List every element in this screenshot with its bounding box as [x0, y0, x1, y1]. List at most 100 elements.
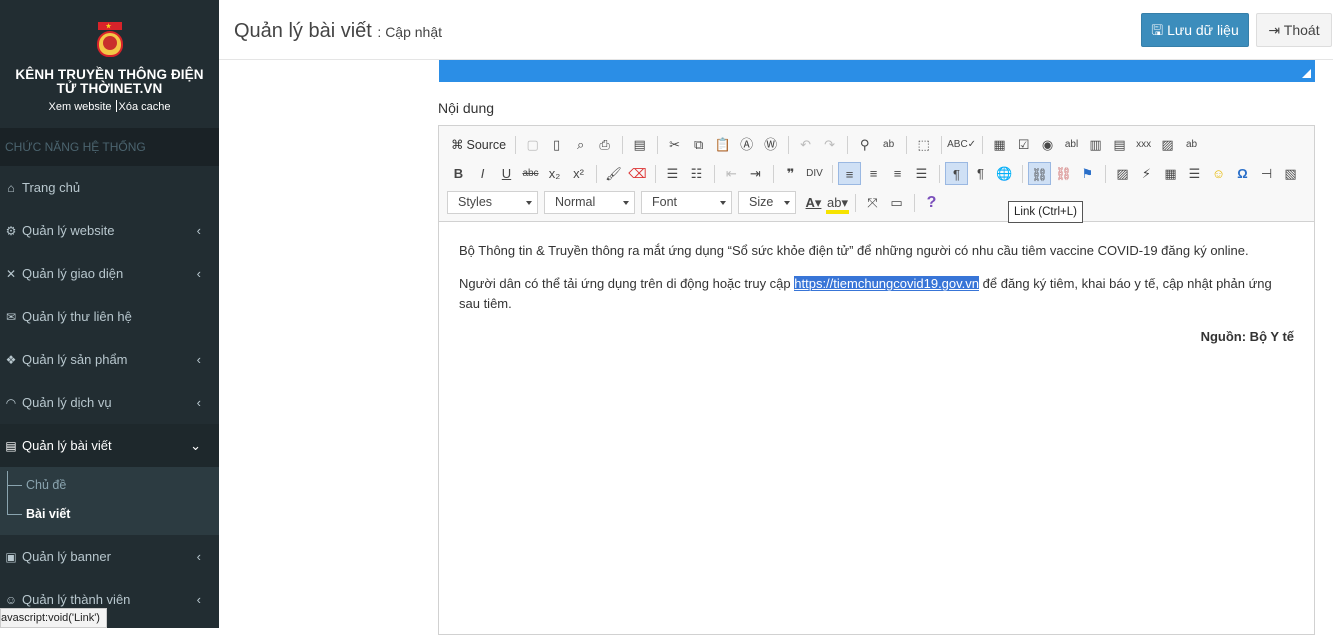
redo-icon[interactable]: ↷ [818, 133, 841, 156]
image-button-icon[interactable]: ▨ [1156, 133, 1179, 156]
save-button[interactable]: 🖫 Lưu dữ liệu [1141, 13, 1249, 47]
size-combo[interactable]: Size [738, 191, 796, 214]
paste-text-icon[interactable]: Ⓐ [735, 133, 758, 156]
bold-icon[interactable]: B [447, 162, 470, 185]
sidebar-item-interface[interactable]: ✕ Quản lý giao diện ‹ [0, 252, 219, 295]
sidebar-item-articles[interactable]: ▤ Quản lý bài viết ⌄ [0, 424, 219, 467]
anchor-icon[interactable]: ⚑ [1076, 162, 1099, 185]
page-scrollbar[interactable] [1323, 60, 1333, 628]
submenu-label: Chủ đề [26, 478, 67, 492]
sidebar-item-home[interactable]: ⌂ Trang chủ [0, 166, 219, 209]
align-right-icon[interactable]: ≡ [886, 162, 909, 185]
exit-button[interactable]: ⇥ Thoát [1256, 13, 1332, 47]
blockquote-icon[interactable]: ❞ [779, 162, 802, 185]
text-color-icon[interactable]: A▾ [802, 191, 825, 214]
page-break-icon[interactable]: ⊣ [1255, 162, 1278, 185]
maximize-icon[interactable]: ⤧ [861, 191, 884, 214]
div-container-icon[interactable]: DIV [803, 162, 826, 185]
sign-out-icon: ⇥ [1268, 22, 1281, 38]
textfield-icon[interactable]: abl [1060, 133, 1083, 156]
underline-icon[interactable]: U [495, 162, 518, 185]
templates-icon[interactable]: ▤ [628, 133, 651, 156]
source-button[interactable]: ⌘ Source [447, 137, 510, 153]
view-website-link[interactable]: Xem website [49, 101, 112, 113]
paragraph-text: Người dân có thể tải ứng dụng trên di độ… [459, 276, 795, 291]
undo-icon[interactable]: ↶ [794, 133, 817, 156]
submenu-item-topics[interactable]: Chủ đề [0, 471, 219, 500]
superscript-icon[interactable]: x² [567, 162, 590, 185]
copy-icon[interactable]: ⧉ [687, 133, 710, 156]
page-title: Quản lý bài viết : Cập nhật [234, 20, 442, 43]
show-blocks-icon[interactable]: ▭ [885, 191, 908, 214]
styles-combo[interactable]: Styles [447, 191, 538, 214]
paragraph-link: Người dân có thể tải ứng dụng trên di độ… [459, 274, 1294, 314]
indent-icon[interactable]: ⇥ [744, 162, 767, 185]
iframe-icon[interactable]: ▧ [1279, 162, 1302, 185]
checkbox-icon[interactable]: ☑ [1012, 133, 1035, 156]
selected-link[interactable]: https://tiemchungcovid19.gov.vn [794, 276, 980, 291]
numbered-list-icon[interactable]: ☰ [661, 162, 684, 185]
sidebar-item-label: Quản lý sản phẩm [22, 352, 128, 367]
source-credit: Nguồn: Bộ Y tế [1200, 329, 1294, 344]
preview-icon[interactable]: ⌕ [569, 133, 592, 156]
sidebar-item-website[interactable]: ⚙ Quản lý website ‹ [0, 209, 219, 252]
sidebar-item-label: Quản lý bài viết [22, 438, 112, 453]
bg-color-icon[interactable]: ab▾ [826, 191, 849, 214]
special-char-icon[interactable]: Ω [1231, 162, 1254, 185]
sidebar-item-banner[interactable]: ▣ Quản lý banner ‹ [0, 535, 219, 578]
subscript-icon[interactable]: x₂ [543, 162, 566, 185]
save-doc-icon[interactable]: ▢ [521, 133, 544, 156]
select-field-icon[interactable]: ▤ [1108, 133, 1131, 156]
image-icon[interactable]: ▨ [1111, 162, 1134, 185]
resize-handle-icon[interactable] [1302, 69, 1311, 78]
smiley-icon[interactable]: ☺ [1207, 162, 1230, 185]
sidebar-item-products[interactable]: ❖ Quản lý sản phẩm ‹ [0, 338, 219, 381]
table-icon[interactable]: ▦ [1159, 162, 1182, 185]
about-icon[interactable]: ? [920, 191, 943, 214]
align-justify-icon[interactable]: ☰ [910, 162, 933, 185]
font-combo[interactable]: Font [641, 191, 732, 214]
strike-icon[interactable]: abc [519, 162, 542, 185]
cut-icon[interactable]: ✂ [663, 133, 686, 156]
sidebar-item-services[interactable]: ◠ Quản lý dịch vụ ‹ [0, 381, 219, 424]
editor-content-area[interactable]: Bộ Thông tin & Truyền thông ra mắt ứng d… [439, 222, 1314, 379]
spellcheck-icon[interactable]: ABC✓ [947, 133, 976, 156]
clear-cache-link[interactable]: Xóa cache [119, 101, 171, 113]
sidebar-item-label: Trang chủ [22, 180, 81, 195]
italic-icon[interactable]: I [471, 162, 494, 185]
envelope-icon: ✉ [5, 309, 17, 324]
align-center-icon[interactable]: ≡ [862, 162, 885, 185]
replace-icon[interactable]: ab [877, 133, 900, 156]
ltr-icon[interactable]: ¶ [945, 162, 968, 185]
radio-icon[interactable]: ◉ [1036, 133, 1059, 156]
find-icon[interactable]: ⚲ [853, 133, 876, 156]
rich-text-editor: ⌘ Source ▢ ▯ ⌕ ⎙ ▤ ✂ ⧉ 📋 Ⓐ Ⓦ ↶ ↷ ⚲ ab ⬚ … [438, 125, 1315, 635]
exit-button-label: Thoát [1283, 22, 1320, 38]
textarea-icon[interactable]: ▥ [1084, 133, 1107, 156]
styles-combo-label: Styles [458, 195, 493, 209]
paste-word-icon[interactable]: Ⓦ [759, 133, 782, 156]
flash-icon[interactable]: ⚡ [1135, 162, 1158, 185]
print-icon[interactable]: ⎙ [593, 133, 616, 156]
link-icon[interactable]: ⛓ [1028, 162, 1051, 185]
language-icon[interactable]: 🌐 [993, 162, 1016, 185]
unlink-icon[interactable]: ⛓ [1052, 162, 1075, 185]
outdent-icon[interactable]: ⇤ [720, 162, 743, 185]
copy-format-icon[interactable]: 🖌 [602, 162, 625, 185]
submenu-item-articles[interactable]: Bài viết [0, 500, 219, 529]
format-combo[interactable]: Normal [544, 191, 635, 214]
sidebar-item-contact[interactable]: ✉ Quản lý thư liên hệ [0, 295, 219, 338]
paste-icon[interactable]: 📋 [711, 133, 734, 156]
hidden-field-icon[interactable]: ab [1180, 133, 1203, 156]
brand-logo[interactable] [95, 22, 125, 60]
align-left-icon[interactable]: ≡ [838, 162, 861, 185]
rtl-icon[interactable]: ¶ [969, 162, 992, 185]
button-field-icon[interactable]: xxx [1132, 133, 1155, 156]
chevron-left-icon: ‹ [196, 352, 201, 367]
form-icon[interactable]: ▦ [988, 133, 1011, 156]
select-all-icon[interactable]: ⬚ [912, 133, 935, 156]
remove-format-icon[interactable]: ⌫ [626, 162, 649, 185]
bulleted-list-icon[interactable]: ☷ [685, 162, 708, 185]
horizontal-rule-icon[interactable]: ☰ [1183, 162, 1206, 185]
new-page-icon[interactable]: ▯ [545, 133, 568, 156]
